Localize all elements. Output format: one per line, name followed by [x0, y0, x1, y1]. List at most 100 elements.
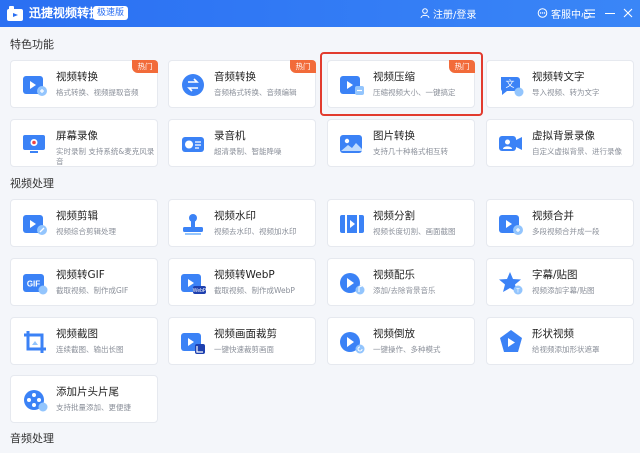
music-icon	[340, 273, 365, 295]
selection-highlight	[320, 52, 483, 116]
card-desc: 导入视频、转为文字	[532, 88, 600, 97]
card-name: 视频截图	[56, 328, 98, 340]
video-edit-icon	[23, 215, 47, 235]
minimize-button[interactable]	[603, 6, 617, 20]
card-name: 字幕/贴图	[532, 269, 578, 281]
card-screen-record[interactable]: 屏幕录像 实时录制 支持系统&麦克风录音	[10, 119, 158, 167]
card-name: 视频水印	[214, 210, 256, 222]
card-name: 视频配乐	[373, 269, 415, 281]
close-button[interactable]	[621, 6, 635, 20]
card-desc: 连续截图、输出长图	[56, 345, 124, 354]
card-name: 虚拟背景录像	[532, 130, 595, 142]
card-desc: 给视频添加形状遮罩	[532, 345, 600, 354]
card-name: 视频剪辑	[56, 210, 98, 222]
section-title-video: 视频处理	[10, 177, 54, 190]
card-desc: 视频去水印、视频加水印	[214, 227, 297, 236]
card-name: 视频画面裁剪	[214, 328, 277, 340]
card-desc: 支持几十种格式相互转	[373, 147, 448, 156]
minimize-icon	[605, 12, 615, 14]
crop-icon	[181, 333, 205, 354]
card-desc: 视频综合剪辑处理	[56, 227, 116, 236]
card-desc: 添加/去除背景音乐	[373, 286, 436, 295]
card-desc: 多段视频合并成一段	[532, 227, 600, 236]
card-video-screenshot[interactable]: 视频截图 连续截图、输出长图	[10, 317, 158, 365]
card-video-merge[interactable]: 视频合并 多段视频合并成一段	[486, 199, 634, 247]
shape-icon	[500, 330, 522, 352]
card-name: 图片转换	[373, 130, 415, 142]
card-video-reverse[interactable]: 视频倒放 一键操作、多种模式	[327, 317, 475, 365]
card-name: 视频分割	[373, 210, 415, 222]
edition-badge: 极速版	[93, 6, 129, 20]
card-name: 添加片头片尾	[56, 386, 119, 398]
card-video-music[interactable]: 视频配乐 添加/去除背景音乐	[327, 258, 475, 306]
login-label: 注册/登录	[433, 9, 477, 21]
card-virtual-bg[interactable]: 虚拟背景录像 自定义虚拟背景、进行录像	[486, 119, 634, 167]
card-desc: 截取视频、制作成GIF	[56, 286, 129, 295]
card-name: 音频转换	[214, 71, 256, 83]
card-video-to-gif[interactable]: GIF 视频转GIF 截取视频、制作成GIF	[10, 258, 158, 306]
screenshot-icon	[24, 331, 46, 353]
section-title-special: 特色功能	[10, 38, 54, 51]
menu-icon	[585, 9, 595, 17]
card-desc: 格式转换、视频提取音频	[56, 88, 139, 97]
card-desc: 支持批量添加、更便捷	[56, 403, 131, 412]
card-audio-convert[interactable]: 音频转换 音频格式转换、音频编辑 热门	[168, 60, 316, 108]
card-video-to-webp[interactable]: WebP 视频转WebP 截取视频、制作成WebP	[168, 258, 316, 306]
video-split-icon	[340, 215, 364, 233]
card-desc: 自定义虚拟背景、进行录像	[532, 147, 622, 156]
user-icon	[420, 8, 430, 18]
video-convert-icon	[23, 76, 47, 96]
reverse-icon	[340, 332, 365, 354]
card-image-convert[interactable]: 图片转换 支持几十种格式相互转	[327, 119, 475, 167]
card-desc: 超清录制、智能降噪	[214, 147, 282, 156]
card-name: 屏幕录像	[56, 130, 98, 142]
card-recorder[interactable]: 录音机 超清录制、智能降噪	[168, 119, 316, 167]
hot-badge: 热门	[290, 60, 316, 73]
card-video-split[interactable]: 视频分割 视频长度切割、画面截图	[327, 199, 475, 247]
screen-record-icon	[23, 135, 45, 153]
card-shape-video[interactable]: 形状视频 给视频添加形状遮罩	[486, 317, 634, 365]
card-video-crop[interactable]: 视频画面裁剪 一键快速裁剪画面	[168, 317, 316, 365]
card-desc: 一键快速裁剪画面	[214, 345, 274, 354]
svg-text:T: T	[516, 289, 520, 295]
card-watermark[interactable]: 视频水印 视频去水印、视频加水印	[168, 199, 316, 247]
card-name: 视频转文字	[532, 71, 585, 83]
gif-icon: GIF	[23, 274, 48, 295]
subtitle-icon: T	[499, 272, 523, 295]
svg-text:GIF: GIF	[27, 280, 40, 289]
card-subtitle-sticker[interactable]: T 字幕/贴图 视频添加字幕/贴图	[486, 258, 634, 306]
headset-icon	[537, 8, 548, 18]
close-icon	[623, 8, 633, 18]
card-intro-outro[interactable]: 添加片头片尾 支持批量添加、更便捷	[10, 375, 158, 423]
card-name: 视频倒放	[373, 328, 415, 340]
card-desc: 音频格式转换、音频编辑	[214, 88, 297, 97]
svg-text:文: 文	[505, 78, 514, 89]
card-name: 视频转WebP	[214, 269, 275, 281]
card-video-to-text[interactable]: 文 视频转文字 导入视频、转为文字	[486, 60, 634, 108]
audio-convert-icon	[182, 74, 204, 96]
app-logo-icon	[7, 6, 23, 21]
card-video-edit[interactable]: 视频剪辑 视频综合剪辑处理	[10, 199, 158, 247]
login-button[interactable]: 注册/登录	[420, 5, 476, 21]
title-bar: 迅捷视频转换器 极速版 注册/登录 客服中心	[0, 0, 640, 27]
menu-button[interactable]	[583, 6, 597, 20]
svg-text:WebP: WebP	[193, 288, 207, 294]
section-title-audio: 音频处理	[10, 432, 54, 445]
intro-outro-icon	[24, 390, 48, 412]
virtual-bg-icon	[499, 136, 522, 151]
card-desc: 截取视频、制作成WebP	[214, 286, 295, 295]
video-merge-icon	[499, 215, 523, 235]
card-desc: 视频添加字幕/贴图	[532, 286, 595, 295]
card-name: 视频合并	[532, 210, 574, 222]
hot-badge: 热门	[132, 60, 158, 73]
card-video-convert[interactable]: 视频转换 格式转换、视频提取音频 热门	[10, 60, 158, 108]
card-name: 视频转GIF	[56, 269, 105, 281]
recorder-icon	[182, 137, 204, 152]
card-name: 形状视频	[532, 328, 574, 340]
image-convert-icon	[340, 135, 362, 153]
card-desc: 一键操作、多种模式	[373, 345, 441, 354]
card-desc: 视频长度切割、画面截图	[373, 227, 456, 236]
card-name: 视频转换	[56, 71, 98, 83]
card-desc: 实时录制 支持系统&麦克风录音	[56, 147, 155, 166]
video-to-text-icon: 文	[501, 77, 524, 97]
